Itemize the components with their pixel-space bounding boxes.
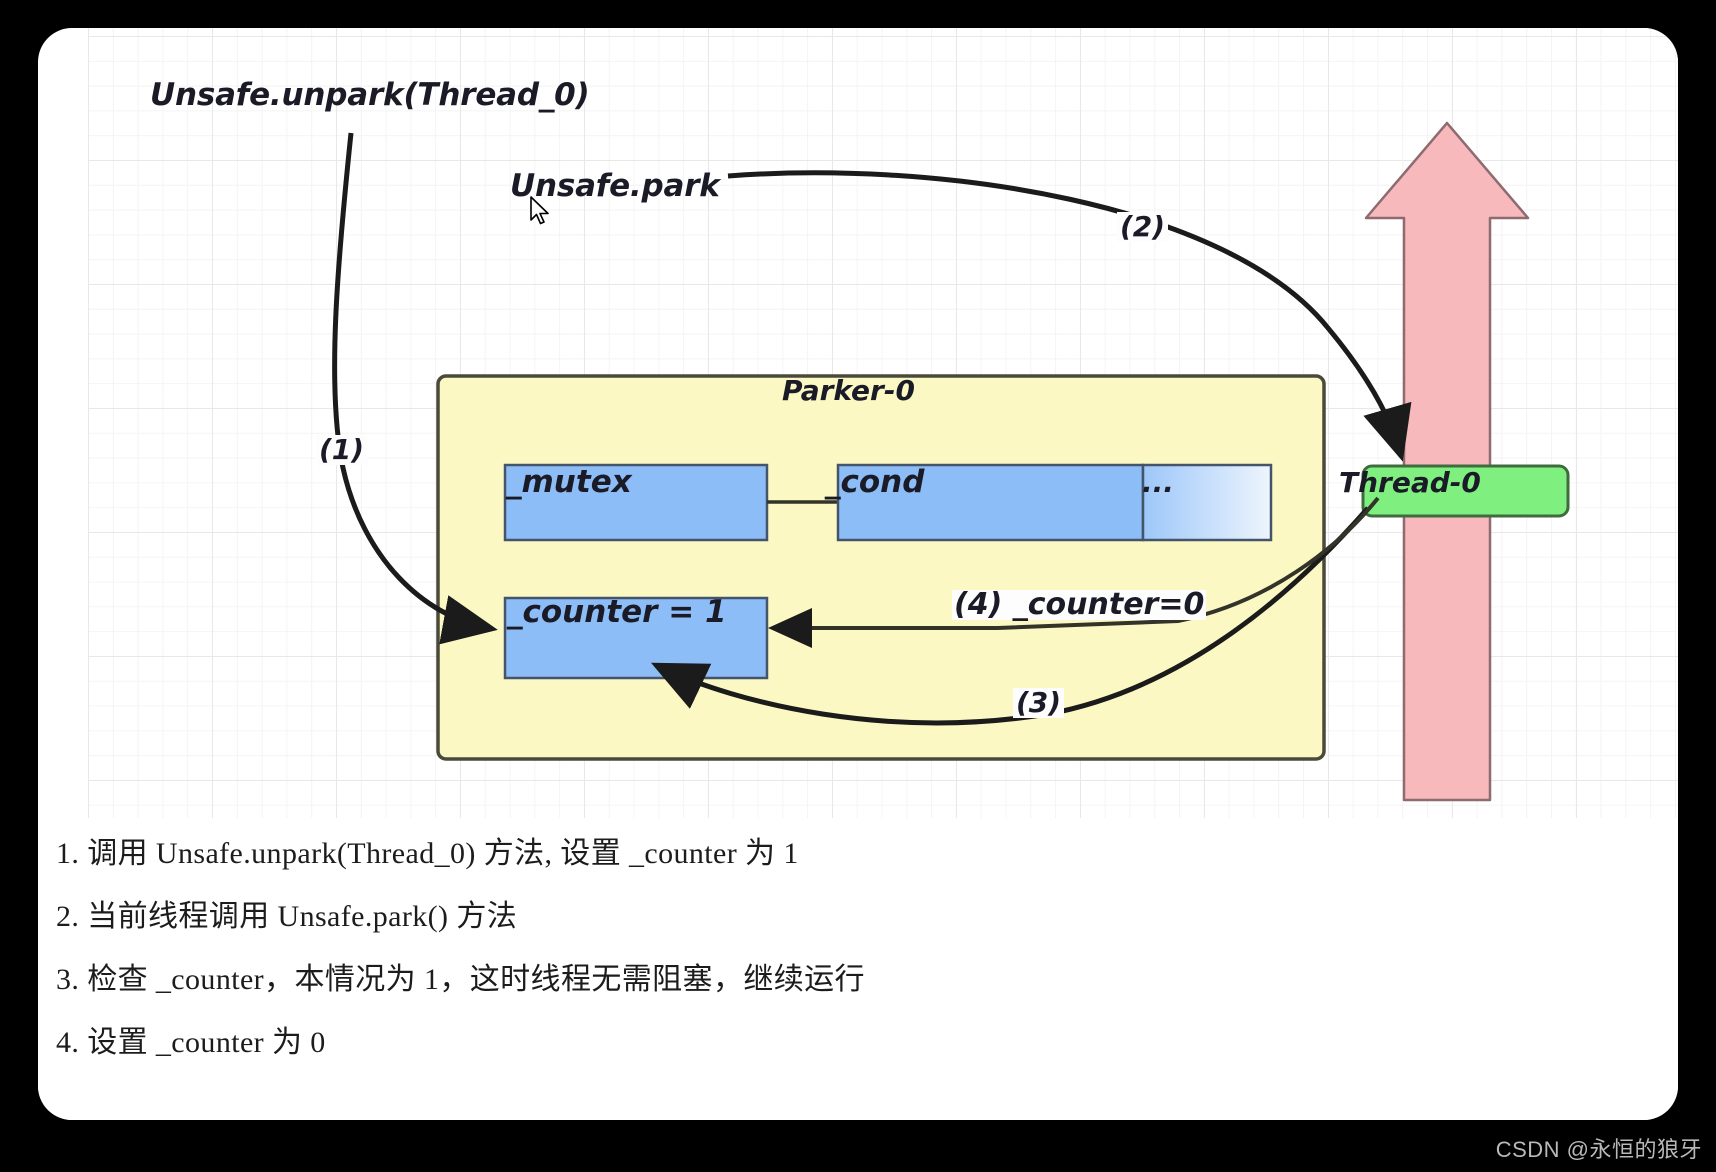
note-item-4: 4. 设置 _counter 为 0 [56,1026,326,1059]
label-step-2: (2) [1117,212,1169,242]
mouse-cursor-icon [530,196,549,225]
label-field-mutex: _mutex [506,464,632,500]
screen-root: Unsafe.unpark(Thread_0) Unsafe.park Park… [0,0,1716,1172]
parker-container [436,374,1326,761]
label-step-4: (4) _counter=0 [952,587,1207,622]
page-surface: Unsafe.unpark(Thread_0) Unsafe.park Park… [38,28,1678,1120]
diagram-area: Unsafe.unpark(Thread_0) Unsafe.park Park… [38,28,1678,838]
explanation-list: 1. 调用 Unsafe.unpark(Thread_0) 方法, 设置 _co… [38,818,1678,1120]
label-parker-0: Parker-0 [782,374,915,407]
thread-timeline-arrow [1364,121,1530,802]
diagram-vector-layer [332,121,1570,802]
label-field-cond: _cond [825,464,925,500]
label-unsafe-unpark: Unsafe.unpark(Thread_0) [150,77,590,113]
label-thread-0: Thread-0 [1339,466,1481,499]
label-field-counter: _counter = 1 [507,594,727,630]
label-field-ellipsis: ... [1142,466,1174,499]
note-item-3: 3. 检查 _counter，本情况为 1，这时线程无需阻塞，继续运行 [56,963,865,996]
label-step-3: (3) [1013,688,1065,718]
note-item-2: 2. 当前线程调用 Unsafe.park() 方法 [56,900,518,933]
csdn-watermark: CSDN @永恒的狼牙 [1495,1137,1702,1162]
label-step-1: (1) [316,435,368,465]
note-item-1: 1. 调用 Unsafe.unpark(Thread_0) 方法, 设置 _co… [56,837,799,870]
